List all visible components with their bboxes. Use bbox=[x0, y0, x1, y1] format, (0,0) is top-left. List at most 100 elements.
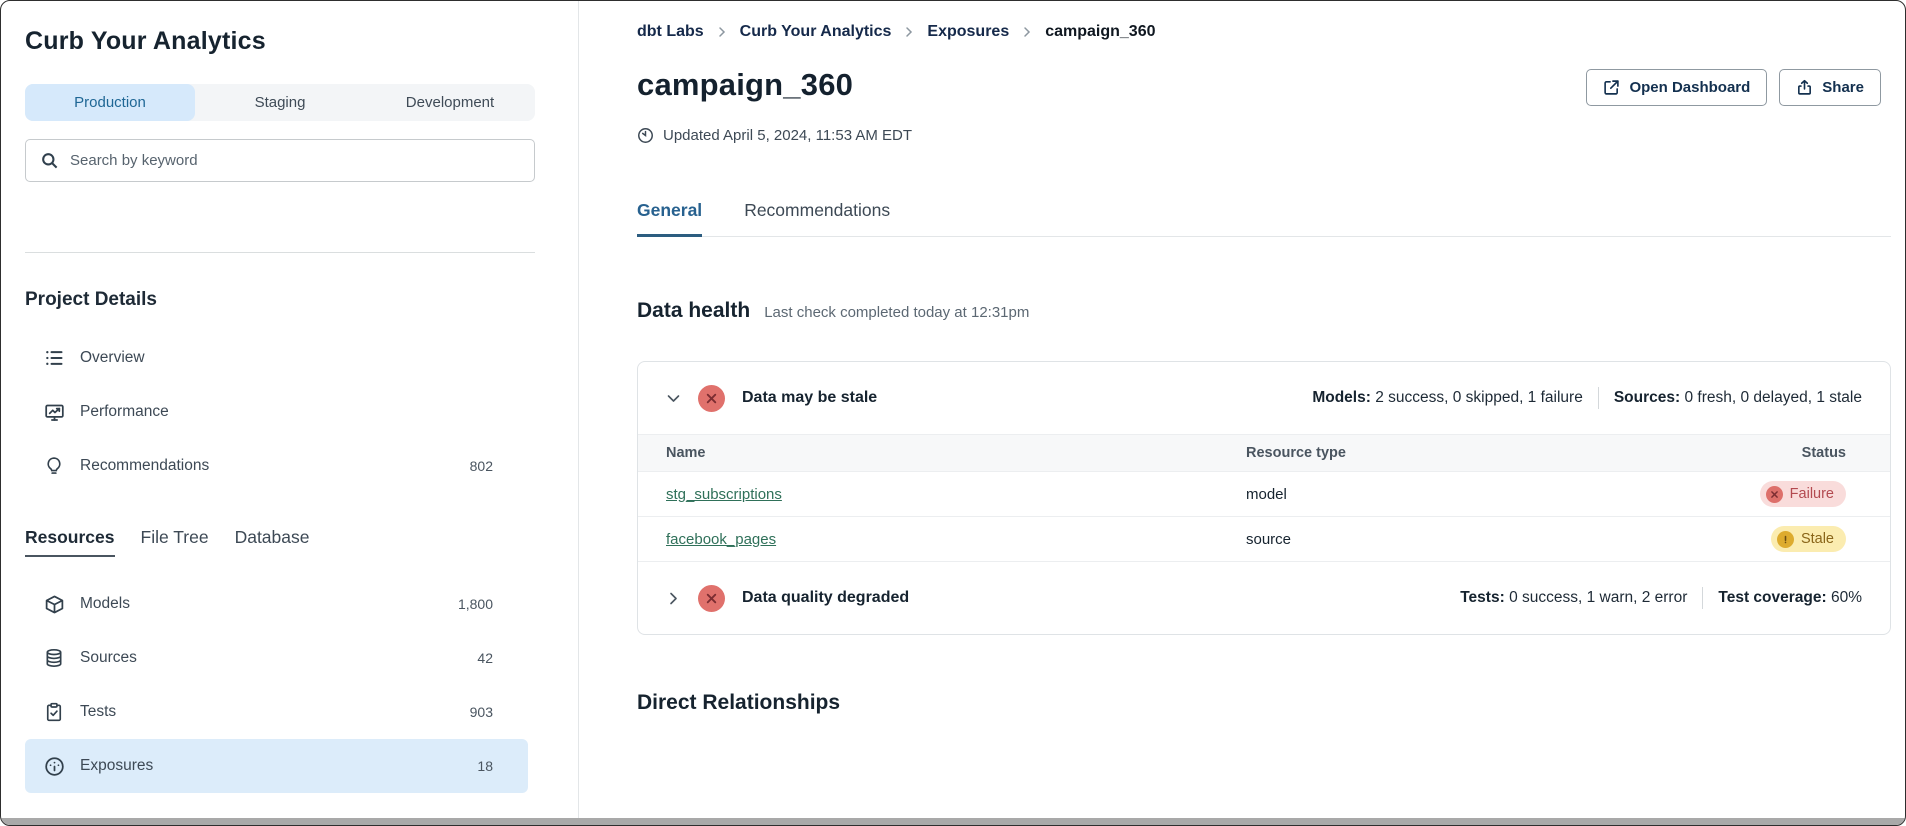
resource-type-cell: source bbox=[1218, 531, 1655, 548]
app-window: Curb Your Analytics Production Staging D… bbox=[0, 0, 1906, 826]
last-check-text: Last check completed today at 12:31pm bbox=[764, 304, 1029, 321]
resource-type-cell: model bbox=[1218, 486, 1655, 503]
chevron-right-icon bbox=[716, 26, 728, 38]
error-status-icon bbox=[698, 585, 725, 612]
env-tab-production[interactable]: Production bbox=[25, 84, 195, 121]
list-icon bbox=[43, 347, 65, 369]
sidebar-item-overview[interactable]: Overview bbox=[25, 331, 528, 385]
sidebar-item-count: 903 bbox=[470, 704, 493, 720]
chevron-right-icon bbox=[903, 26, 915, 38]
search-input[interactable] bbox=[70, 152, 520, 169]
status-badge-label: Failure bbox=[1790, 486, 1834, 502]
stale-section-stats: Models: 2 success, 0 skipped, 1 failure … bbox=[1312, 387, 1862, 409]
sidebar-item-label: Recommendations bbox=[80, 457, 209, 475]
stat-divider bbox=[1702, 587, 1703, 609]
clipboard-check-icon bbox=[43, 701, 65, 723]
tests-stat: Tests: 0 success, 1 warn, 2 error bbox=[1460, 589, 1687, 607]
share-button[interactable]: Share bbox=[1779, 69, 1881, 106]
sidebar-item-tests[interactable]: Tests 903 bbox=[25, 685, 528, 739]
project-details-nav: Overview Performance Recommendations 802 bbox=[25, 331, 554, 493]
column-header-status: Status bbox=[1655, 445, 1890, 461]
breadcrumb-item-current: campaign_360 bbox=[1045, 23, 1155, 41]
quality-section-title: Data quality degraded bbox=[742, 589, 909, 607]
performance-icon bbox=[43, 401, 65, 423]
sidebar-item-performance[interactable]: Performance bbox=[25, 385, 528, 439]
breadcrumb: dbt Labs Curb Your Analytics Exposures c… bbox=[637, 23, 1891, 41]
sidebar-item-sources[interactable]: Sources 42 bbox=[25, 631, 528, 685]
direct-relationships-heading: Direct Relationships bbox=[637, 691, 1891, 715]
updated-text: Updated April 5, 2024, 11:53 AM EDT bbox=[663, 127, 912, 144]
sidebar-item-label: Models bbox=[80, 595, 130, 613]
sidebar-item-label: Exposures bbox=[80, 757, 153, 775]
sidebar-item-count: 802 bbox=[470, 458, 493, 474]
tab-general[interactable]: General bbox=[637, 200, 702, 237]
sidebar-item-count: 42 bbox=[477, 650, 493, 666]
breadcrumb-item-project[interactable]: Curb Your Analytics bbox=[740, 23, 892, 41]
column-header-resource-type: Resource type bbox=[1218, 445, 1655, 461]
stale-warning-icon bbox=[1777, 531, 1794, 548]
resources-nav: Models 1,800 Sources 42 Tests 903 bbox=[25, 577, 554, 793]
sidebar-item-recommendations[interactable]: Recommendations 802 bbox=[25, 439, 528, 493]
sidebar-item-label: Performance bbox=[80, 403, 169, 421]
table-header-row: Name Resource type Status bbox=[638, 434, 1890, 472]
table-row: stg_subscriptions model Failure bbox=[638, 472, 1890, 517]
cube-icon bbox=[43, 593, 65, 615]
quality-section-header: Data quality degraded Tests: 0 success, … bbox=[638, 562, 1890, 634]
quality-section-toggle[interactable]: Data quality degraded bbox=[666, 585, 909, 612]
sidebar-item-label: Overview bbox=[80, 349, 145, 367]
resource-view-tabs: Resources File Tree Database bbox=[25, 527, 554, 557]
sidebar-item-count: 1,800 bbox=[458, 596, 493, 612]
main-content: dbt Labs Curb Your Analytics Exposures c… bbox=[579, 1, 1905, 820]
updated-timestamp-row: Updated April 5, 2024, 11:53 AM EDT bbox=[637, 127, 1891, 144]
breadcrumb-item-exposures[interactable]: Exposures bbox=[927, 23, 1009, 41]
project-details-heading: Project Details bbox=[25, 289, 554, 311]
stale-section-header: Data may be stale Models: 2 success, 0 s… bbox=[638, 362, 1890, 434]
sidebar: Curb Your Analytics Production Staging D… bbox=[1, 1, 579, 820]
page-tabs: General Recommendations bbox=[637, 200, 1891, 237]
tab-database[interactable]: Database bbox=[235, 527, 310, 557]
lightbulb-icon bbox=[43, 455, 65, 477]
status-badge-label: Stale bbox=[1801, 531, 1834, 547]
search-icon bbox=[40, 151, 59, 170]
env-tab-development[interactable]: Development bbox=[365, 84, 535, 121]
open-dashboard-label: Open Dashboard bbox=[1629, 79, 1750, 96]
tab-file-tree[interactable]: File Tree bbox=[141, 527, 209, 557]
column-header-name: Name bbox=[638, 445, 1218, 461]
stale-section-title: Data may be stale bbox=[742, 389, 877, 407]
quality-section-stats: Tests: 0 success, 1 warn, 2 error Test c… bbox=[1460, 587, 1862, 609]
share-label: Share bbox=[1822, 79, 1864, 96]
sidebar-divider bbox=[25, 252, 535, 253]
data-health-card: Data may be stale Models: 2 success, 0 s… bbox=[637, 361, 1891, 635]
env-tab-staging[interactable]: Staging bbox=[195, 84, 365, 121]
tab-resources[interactable]: Resources bbox=[25, 527, 115, 557]
share-icon bbox=[1796, 79, 1813, 96]
stat-divider bbox=[1598, 387, 1599, 409]
project-title: Curb Your Analytics bbox=[25, 27, 554, 56]
chevron-right-icon[interactable] bbox=[666, 591, 681, 606]
stale-section-toggle[interactable]: Data may be stale bbox=[666, 385, 877, 412]
breadcrumb-item-account[interactable]: dbt Labs bbox=[637, 23, 704, 41]
sidebar-item-exposures[interactable]: Exposures 18 bbox=[25, 739, 528, 793]
error-status-icon bbox=[698, 385, 725, 412]
search-box[interactable] bbox=[25, 139, 535, 182]
clock-icon bbox=[637, 127, 654, 144]
models-stat: Models: 2 success, 0 skipped, 1 failure bbox=[1312, 389, 1583, 407]
test-coverage-stat: Test coverage: 60% bbox=[1718, 589, 1862, 607]
open-dashboard-button[interactable]: Open Dashboard bbox=[1586, 69, 1767, 106]
chevron-down-icon[interactable] bbox=[666, 391, 681, 406]
sources-stat: Sources: 0 fresh, 0 delayed, 1 stale bbox=[1614, 389, 1862, 407]
header-actions: Open Dashboard Share bbox=[1586, 69, 1881, 106]
sidebar-item-models[interactable]: Models 1,800 bbox=[25, 577, 528, 631]
sidebar-item-label: Tests bbox=[80, 703, 116, 721]
resource-link[interactable]: facebook_pages bbox=[666, 531, 776, 548]
gauge-icon bbox=[43, 755, 65, 777]
data-health-heading-row: Data health Last check completed today a… bbox=[637, 299, 1891, 323]
window-bottom-edge bbox=[1, 818, 1905, 825]
external-link-icon bbox=[1603, 79, 1620, 96]
sidebar-item-count: 18 bbox=[477, 758, 493, 774]
resource-link[interactable]: stg_subscriptions bbox=[666, 486, 782, 503]
tab-recommendations[interactable]: Recommendations bbox=[744, 200, 890, 237]
data-health-heading: Data health bbox=[637, 299, 750, 323]
environment-tabs: Production Staging Development bbox=[25, 84, 535, 121]
status-badge: Failure bbox=[1760, 481, 1846, 507]
